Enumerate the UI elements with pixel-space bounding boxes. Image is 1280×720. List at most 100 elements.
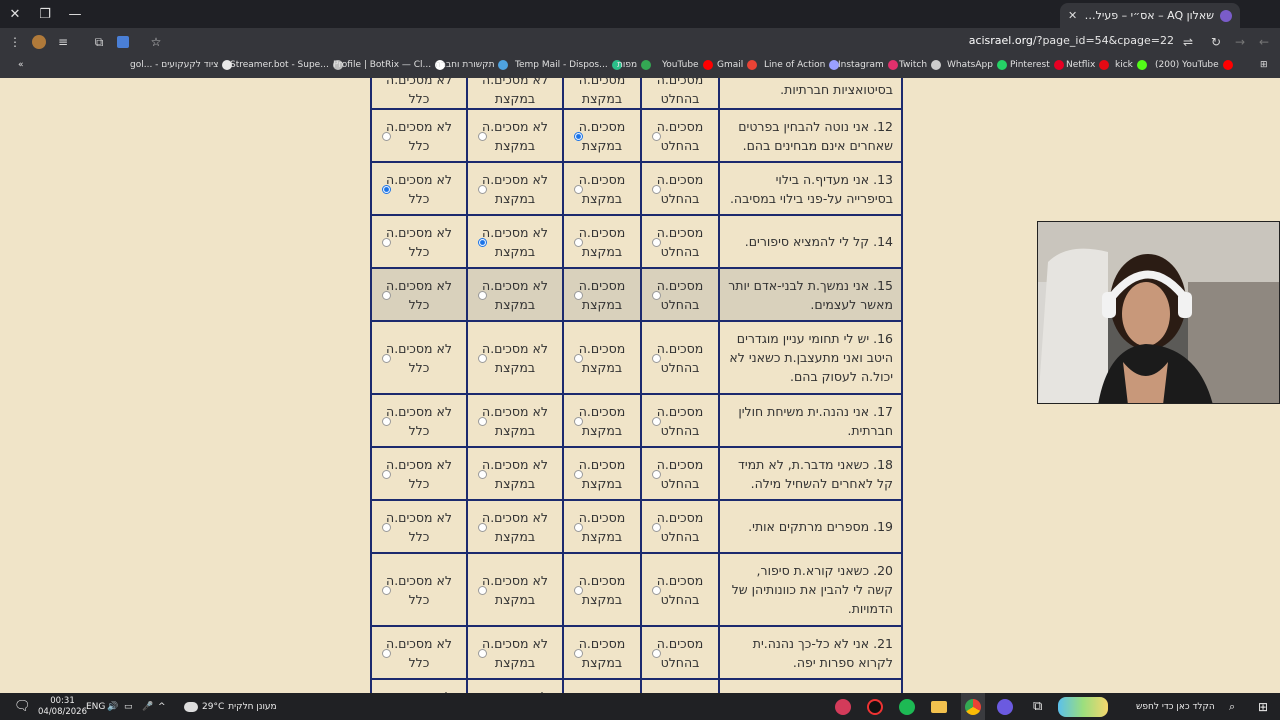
option-disagree-strongly[interactable]: לא מסכים.הכלל xyxy=(370,499,468,554)
radio-button[interactable] xyxy=(574,290,583,300)
taskbar-app-2-icon[interactable] xyxy=(867,693,883,720)
option-agree-strongly[interactable]: מסכים.ה בהחלט xyxy=(640,499,720,554)
bookmark-item[interactable]: Profile | BotRix — Cl... xyxy=(333,60,446,70)
language-indicator[interactable]: ENG xyxy=(86,693,105,720)
file-explorer-icon[interactable] xyxy=(931,693,947,720)
taskbar-app-3-icon[interactable] xyxy=(997,693,1013,720)
bookmark-item[interactable]: Line of Action xyxy=(764,60,840,70)
option-disagree-strongly[interactable]: לא מסכים.הכלל xyxy=(370,678,468,693)
option-agree-strongly[interactable]: מסכים.ה בהחלט xyxy=(640,108,720,163)
option-agree-somewhat[interactable]: מסכים.ה במקצת xyxy=(562,108,642,163)
taskbar-app-1-icon[interactable] xyxy=(835,693,851,720)
option-disagree-somewhat[interactable]: לא מסכים.הבמקצת xyxy=(466,552,564,627)
option-agree-somewhat[interactable]: מסכים.ה במקצת xyxy=(562,393,642,448)
bookmark-item[interactable]: Temp Mail - Dispos... xyxy=(515,60,622,70)
option-disagree-strongly[interactable]: לא מסכים.הכלל xyxy=(370,320,468,395)
option-disagree-strongly[interactable]: לא מסכים.הכלל xyxy=(370,552,468,627)
bookmark-item[interactable]: Gmail xyxy=(717,60,758,70)
option-disagree-strongly[interactable]: לא מסכים.הכלל xyxy=(370,214,468,269)
radio-button[interactable] xyxy=(478,416,487,426)
site-settings-icon[interactable]: ⇌ xyxy=(1178,32,1198,52)
radio-button[interactable] xyxy=(478,648,487,658)
address-bar[interactable]: acisrael.org/?page_id=54&cpage=22 xyxy=(969,34,1174,47)
all-bookmarks-chevron-icon[interactable]: « xyxy=(18,60,24,70)
option-agree-strongly[interactable]: מסכים.ה בהחלט xyxy=(640,446,720,501)
option-agree-strongly[interactable]: מסכים.ה בהחלט xyxy=(640,625,720,680)
radio-button[interactable] xyxy=(652,469,661,479)
option-agree-strongly[interactable]: מסכים.ה בהחלט xyxy=(640,78,720,110)
radio-button[interactable] xyxy=(478,290,487,300)
tab-search-icon[interactable]: ≡ xyxy=(53,32,73,52)
tab-close-icon[interactable]: ✕ xyxy=(1068,9,1077,22)
taskbar-search-input[interactable]: הקלד כאן כדי לחפש xyxy=(1136,693,1215,720)
option-disagree-somewhat[interactable]: לא מסכים.הבמקצת xyxy=(466,214,564,269)
option-agree-somewhat[interactable]: מסכים.ה במקצת xyxy=(562,446,642,501)
minimize-window-icon[interactable]: — xyxy=(60,0,90,28)
option-disagree-somewhat[interactable]: לא מסכים.הבמקצת xyxy=(466,108,564,163)
bookmark-item[interactable]: Streamer.bot - Supe... xyxy=(230,60,343,70)
radio-button[interactable] xyxy=(382,237,391,247)
option-agree-strongly[interactable]: מסכים.ה בהחלט xyxy=(640,267,720,322)
extensions-icon[interactable]: ⧉ xyxy=(89,32,109,52)
radio-button[interactable] xyxy=(574,648,583,658)
bookmark-item[interactable]: Instagram xyxy=(838,60,898,70)
option-disagree-strongly[interactable]: לא מסכים.הכלל xyxy=(370,446,468,501)
option-disagree-strongly[interactable]: לא מסכים.הכלל xyxy=(370,78,468,110)
option-agree-strongly[interactable]: מסכים.ה בהחלט xyxy=(640,393,720,448)
option-disagree-strongly[interactable]: לא מסכים.הכלל xyxy=(370,108,468,163)
option-agree-somewhat[interactable]: מסכים.ה במקצת xyxy=(562,267,642,322)
radio-button[interactable] xyxy=(652,353,661,363)
radio-button[interactable] xyxy=(478,131,487,141)
volume-icon[interactable]: 🔊 xyxy=(107,693,118,720)
weather-widget[interactable]: 29°C מעונן חלקית xyxy=(184,693,277,720)
bookmark-item[interactable]: תקשורת וחברה xyxy=(435,60,509,70)
radio-button[interactable] xyxy=(478,237,487,247)
radio-button[interactable] xyxy=(478,469,487,479)
radio-button[interactable] xyxy=(652,184,661,194)
radio-button[interactable] xyxy=(652,648,661,658)
radio-button[interactable] xyxy=(478,522,487,532)
bookmark-star-icon[interactable]: ☆ xyxy=(146,32,166,52)
radio-button[interactable] xyxy=(574,585,583,595)
option-agree-somewhat[interactable]: מסכים.ה במקצת xyxy=(562,499,642,554)
chrome-icon[interactable] xyxy=(961,693,985,720)
close-window-icon[interactable]: ✕ xyxy=(0,0,30,28)
task-view-icon[interactable]: ⧉ xyxy=(1033,693,1042,720)
radio-button[interactable] xyxy=(652,522,661,532)
start-button-icon[interactable]: ⊞ xyxy=(1258,693,1268,720)
spotify-icon[interactable] xyxy=(899,693,915,720)
radio-button[interactable] xyxy=(574,131,583,141)
radio-button[interactable] xyxy=(574,237,583,247)
option-disagree-strongly[interactable]: לא מסכים.הכלל xyxy=(370,393,468,448)
option-agree-somewhat[interactable]: מסכים.ה במקצת xyxy=(562,625,642,680)
option-disagree-somewhat[interactable]: לא מסכים.הבמקצת xyxy=(466,625,564,680)
radio-button[interactable] xyxy=(652,237,661,247)
radio-button[interactable] xyxy=(382,290,391,300)
radio-button[interactable] xyxy=(382,416,391,426)
bookmark-item[interactable]: Twitch xyxy=(899,60,942,70)
option-disagree-somewhat[interactable]: לא מסכים.הבמקצת xyxy=(466,320,564,395)
option-disagree-somewhat[interactable]: לא מסכים.הבמקצת xyxy=(466,267,564,322)
radio-button[interactable] xyxy=(574,522,583,532)
bookmark-item[interactable]: WhatsApp xyxy=(947,60,1007,70)
radio-button[interactable] xyxy=(478,353,487,363)
profile-avatar[interactable] xyxy=(29,32,49,52)
menu-icon[interactable]: ⋮ xyxy=(5,32,25,52)
radio-button[interactable] xyxy=(382,353,391,363)
radio-button[interactable] xyxy=(574,416,583,426)
option-disagree-somewhat[interactable]: לא מסכים.הבמקצת xyxy=(466,499,564,554)
bookmark-item[interactable]: Netflix xyxy=(1066,60,1110,70)
option-disagree-somewhat[interactable]: לא מסכים.הבמקצת xyxy=(466,393,564,448)
tray-chevron-icon[interactable]: ^ xyxy=(158,693,166,720)
forward-icon[interactable]: → xyxy=(1230,32,1250,52)
option-disagree-somewhat[interactable]: לא מסכים.הבמקצת xyxy=(466,446,564,501)
bookmark-item[interactable]: מפות xyxy=(617,60,652,70)
option-disagree-somewhat[interactable]: לא מסכים.הבמקצת xyxy=(466,678,564,693)
radio-button[interactable] xyxy=(652,290,661,300)
option-agree-somewhat[interactable]: מסכים.ה במקצת xyxy=(562,161,642,216)
radio-button[interactable] xyxy=(478,585,487,595)
search-highlight-image[interactable] xyxy=(1058,693,1108,720)
radio-button[interactable] xyxy=(574,184,583,194)
bookmark-item[interactable]: YouTube xyxy=(662,60,713,70)
bookmark-item[interactable]: kick xyxy=(1115,60,1147,70)
